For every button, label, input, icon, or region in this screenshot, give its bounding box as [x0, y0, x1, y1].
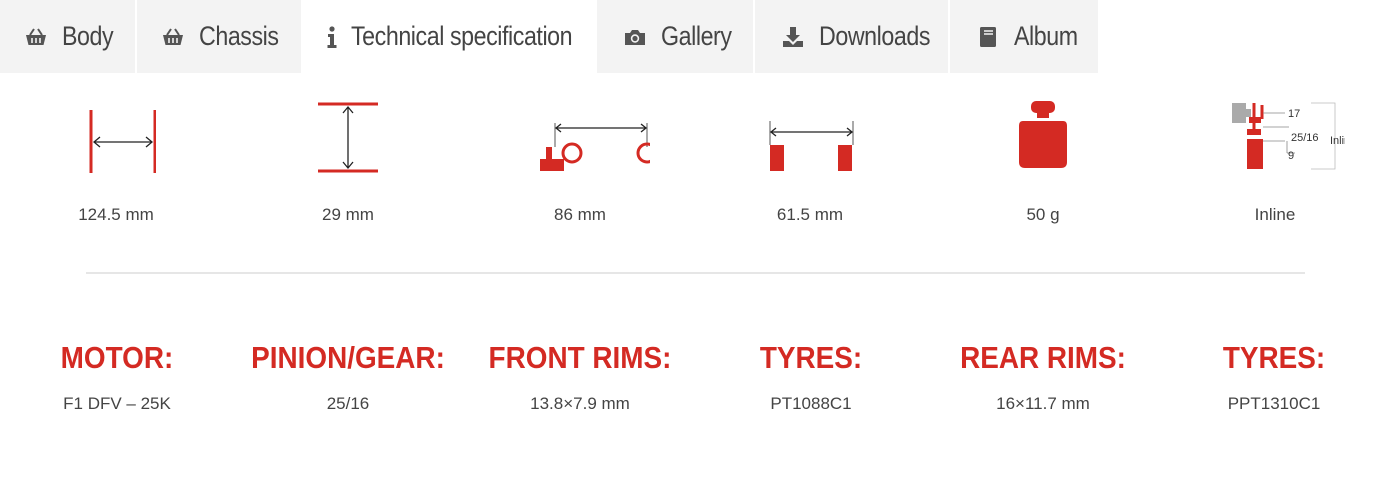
spec-length: 124.5 mm [26, 95, 206, 224]
detail-heading: PINION/GEAR: [251, 340, 445, 375]
tab-label: Gallery [661, 21, 732, 51]
diagram-label-inline: Inline [1330, 135, 1345, 147]
book-icon [974, 23, 1002, 51]
detail-rear-rims: REAR RIMS: 16×11.7 mm [923, 340, 1163, 414]
spec-configuration: 17 25/16 9 Inline Inline [1185, 95, 1365, 224]
tab-technical-specification[interactable]: Technical specification [303, 0, 597, 73]
detail-value: F1 DFV – 25K [63, 394, 171, 413]
track-icon [769, 121, 854, 171]
download-icon [779, 23, 807, 51]
spec-track: 61.5 mm [720, 95, 900, 224]
inline-config-icon: 17 25/16 9 Inline [1232, 102, 1345, 170]
detail-rear-tyres: TYRES: PPT1310C1 [1154, 340, 1393, 414]
detail-motor: MOTOR: F1 DFV – 25K [0, 340, 237, 414]
section-divider [86, 272, 1305, 274]
basket-icon [22, 23, 50, 51]
detail-heading: FRONT RIMS: [488, 340, 672, 375]
spec-wheelbase: 86 mm [490, 95, 670, 224]
tab-label: Technical specification [351, 21, 573, 51]
spec-icons-row: 124.5 mm 29 mm 86 mm 61.5 mm 50 g 17 25/… [0, 95, 1393, 235]
tab-downloads[interactable]: Downloads [755, 0, 950, 73]
spec-weight-value: 50 g [1026, 205, 1060, 224]
tab-gallery[interactable]: Gallery [597, 0, 755, 73]
diagram-label-ratio: 25/16 [1291, 132, 1319, 144]
detail-front-tyres: TYRES: PT1088C1 [691, 340, 931, 414]
detail-front-rims: FRONT RIMS: 13.8×7.9 mm [460, 340, 700, 414]
detail-value: 13.8×7.9 mm [530, 394, 630, 413]
detail-value: 25/16 [326, 394, 370, 413]
spec-weight: 50 g [953, 95, 1133, 224]
weight-icon [1019, 101, 1067, 168]
spec-wheelbase-value: 86 mm [554, 205, 606, 224]
spec-height: 29 mm [258, 95, 438, 224]
detail-value: 16×11.7 mm [996, 394, 1090, 413]
wheelbase-icon [540, 123, 650, 171]
tab-label: Chassis [199, 21, 279, 51]
camera-icon [621, 23, 649, 51]
detail-heading: REAR RIMS: [960, 340, 1126, 375]
spec-track-value: 61.5 mm [776, 205, 844, 224]
detail-heading: MOTOR: [60, 340, 174, 375]
info-icon [325, 23, 339, 51]
detail-value: PPT1310C1 [1227, 394, 1321, 413]
tab-label: Downloads [818, 21, 930, 51]
spec-length-value: 124.5 mm [78, 205, 154, 224]
diagram-label-17: 17 [1288, 108, 1300, 120]
tab-body[interactable]: Body [0, 0, 137, 73]
tab-label: Body [62, 21, 114, 51]
detail-heading: TYRES: [759, 340, 863, 375]
tab-album[interactable]: Album [950, 0, 1100, 73]
detail-pinion-gear: PINION/GEAR: 25/16 [228, 340, 468, 414]
tab-bar: Body Chassis Technical specification Gal… [0, 0, 1100, 73]
diagram-label-9: 9 [1288, 150, 1294, 162]
tab-label: Album [1014, 21, 1078, 51]
basket-icon [159, 23, 187, 51]
height-icon [318, 102, 378, 173]
length-icon [89, 110, 156, 173]
spec-configuration-value: Inline [1254, 205, 1296, 224]
tab-chassis[interactable]: Chassis [137, 0, 303, 73]
detail-heading: TYRES: [1222, 340, 1326, 375]
spec-height-value: 29 mm [322, 205, 374, 224]
detail-value: PT1088C1 [770, 394, 852, 413]
